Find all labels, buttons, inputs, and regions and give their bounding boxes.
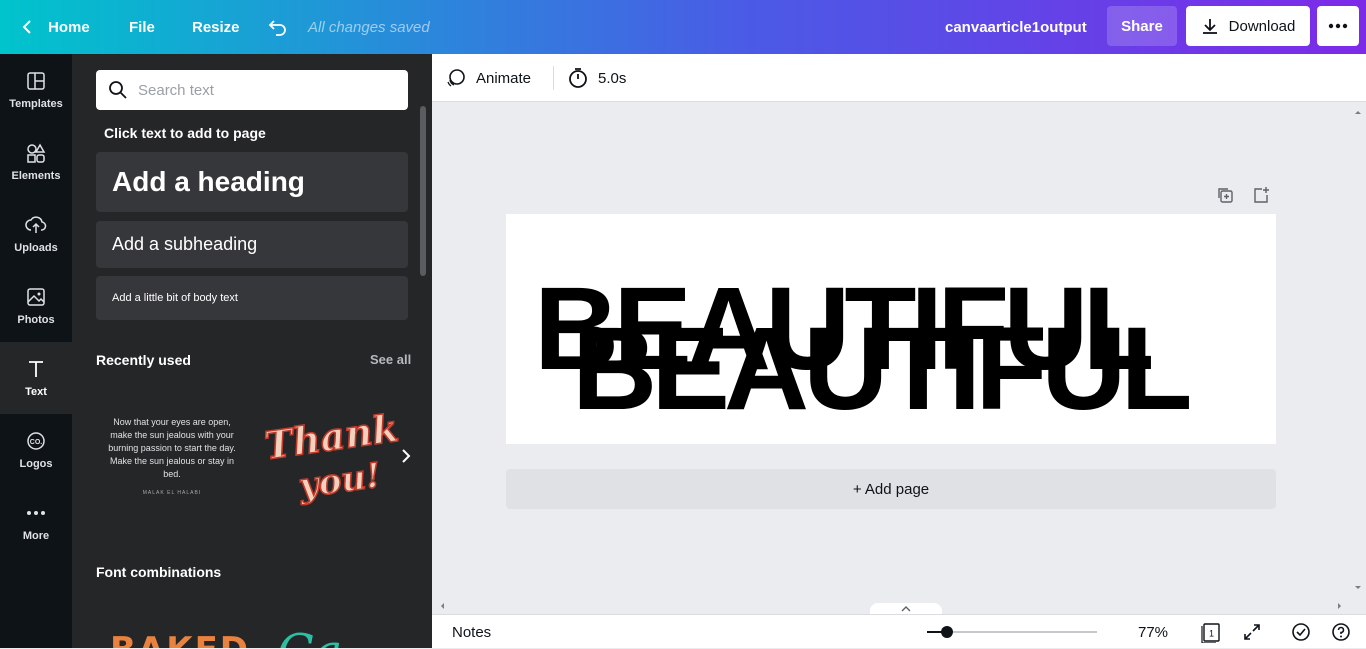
scroll-up-icon xyxy=(1355,111,1361,114)
fullscreen-icon xyxy=(1244,624,1260,640)
search-input[interactable] xyxy=(138,81,378,99)
add-page-icon[interactable] xyxy=(1252,186,1270,204)
document-title[interactable]: canvaarticle1output xyxy=(945,0,1087,54)
add-subheading-button[interactable]: Add a subheading xyxy=(96,221,408,268)
rail-item-templates[interactable]: Templates xyxy=(0,54,72,126)
animate-label: Animate xyxy=(476,69,532,87)
home-button[interactable]: Home xyxy=(20,0,90,54)
add-page-button[interactable]: + Add page xyxy=(506,469,1276,509)
download-label: Download xyxy=(1228,17,1296,35)
editor-toolbar: Animate 5.0s xyxy=(432,54,1366,102)
page-count: 1 xyxy=(1209,629,1214,639)
top-bar: Home File Resize All changes saved canva… xyxy=(0,0,1366,54)
zoom-level[interactable]: 77% xyxy=(1138,615,1168,649)
quote-author: MALAK EL HALABI xyxy=(142,490,202,496)
rail-label: Photos xyxy=(17,314,55,326)
chevron-left-icon xyxy=(22,20,31,34)
elements-icon xyxy=(27,143,46,163)
ellipsis-icon xyxy=(1328,23,1348,29)
home-label: Home xyxy=(48,18,90,36)
check-button[interactable] xyxy=(1290,621,1312,643)
pages-icon: 1 xyxy=(1201,623,1220,643)
chevron-up-icon xyxy=(901,606,911,612)
rail-label: Logos xyxy=(19,458,53,470)
text-panel: Click text to add to page Add a heading … xyxy=(72,54,432,648)
rail-item-photos[interactable]: Photos xyxy=(0,270,72,342)
duration-button[interactable]: 5.0s xyxy=(568,54,626,102)
add-heading-button[interactable]: Add a heading xyxy=(96,152,408,212)
download-button[interactable]: Download xyxy=(1186,6,1310,46)
templates-icon xyxy=(27,72,45,90)
more-icon xyxy=(27,511,45,515)
notes-button[interactable]: Notes xyxy=(452,615,491,649)
rail-item-logos[interactable]: CO. Logos xyxy=(0,414,72,486)
scroll-right-icon xyxy=(1338,603,1341,609)
font-combinations-heading: Font combinations xyxy=(96,564,222,580)
add-body-text-button[interactable]: Add a little bit of body text xyxy=(96,276,408,320)
undo-button[interactable] xyxy=(268,0,288,54)
rail-label: Templates xyxy=(9,98,63,110)
timer-icon xyxy=(569,68,587,88)
font-combo-thumbnail-2[interactable]: Ca xyxy=(277,624,342,648)
animate-icon xyxy=(447,69,465,87)
page-count-button[interactable]: 1 xyxy=(1200,621,1222,643)
chevron-right-icon xyxy=(402,449,411,463)
side-rail: Templates Elements Uploads Photos Text C… xyxy=(0,54,72,648)
text-element-beautiful-2[interactable]: BEAUTIFUL xyxy=(572,310,1193,428)
bottom-bar: Notes 77% 1 xyxy=(432,614,1366,648)
resize-button[interactable]: Resize xyxy=(192,0,240,54)
quote-text: Now that your eyes are open, make the su… xyxy=(108,417,236,479)
text-icon xyxy=(29,361,43,377)
animate-button[interactable]: Animate xyxy=(446,54,531,102)
help-icon xyxy=(1332,623,1350,641)
more-options-button[interactable] xyxy=(1317,6,1359,46)
zoom-slider[interactable] xyxy=(927,626,1097,638)
carousel-next-button[interactable] xyxy=(394,444,418,468)
duplicate-page-icon[interactable] xyxy=(1216,186,1234,204)
save-status: All changes saved xyxy=(308,18,430,36)
check-circle-icon xyxy=(1292,623,1310,641)
thank-you-template-thumbnail[interactable]: Thank you! xyxy=(264,400,404,520)
svg-text:CO.: CO. xyxy=(30,439,43,446)
help-button[interactable] xyxy=(1330,621,1352,643)
page-actions xyxy=(1216,186,1270,204)
font-combo-thumbnail-1[interactable]: BAKED xyxy=(110,630,250,648)
rail-item-elements[interactable]: Elements xyxy=(0,126,72,198)
click-text-hint: Click text to add to page xyxy=(104,125,266,141)
scroll-left-icon xyxy=(441,603,444,609)
panel-scrollbar[interactable] xyxy=(420,106,426,276)
zoom-slider-knob[interactable] xyxy=(941,626,953,638)
upload-icon xyxy=(25,216,47,233)
photo-icon xyxy=(27,288,45,306)
download-icon xyxy=(1202,19,1217,34)
recently-used-heading: Recently used xyxy=(96,352,191,368)
rail-label: More xyxy=(22,530,50,542)
quote-template-thumbnail[interactable]: Now that your eyes are open, make the su… xyxy=(102,410,242,510)
rail-item-uploads[interactable]: Uploads xyxy=(0,198,72,270)
search-box[interactable] xyxy=(96,70,408,110)
thank-you-line2: you! xyxy=(295,455,383,506)
thank-you-line1: Thank xyxy=(264,405,401,468)
see-all-link[interactable]: See all xyxy=(370,352,411,367)
share-button[interactable]: Share xyxy=(1107,6,1177,46)
duration-label: 5.0s xyxy=(598,69,627,87)
design-page[interactable]: BEAUTIFUL BEAUTIFUL xyxy=(506,214,1276,444)
rail-item-text[interactable]: Text xyxy=(0,342,72,414)
rail-label: Uploads xyxy=(14,242,58,254)
rail-label: Elements xyxy=(11,170,61,182)
search-icon xyxy=(109,81,127,99)
rail-item-more[interactable]: More xyxy=(0,486,72,558)
vertical-scrollbar[interactable] xyxy=(1350,102,1366,598)
rail-label: Text xyxy=(25,386,47,398)
file-menu[interactable]: File xyxy=(129,0,155,54)
scroll-down-icon xyxy=(1355,586,1361,589)
toolbar-divider xyxy=(553,66,554,90)
fullscreen-button[interactable] xyxy=(1241,621,1263,643)
logo-icon: CO. xyxy=(27,432,45,450)
undo-icon xyxy=(268,20,286,36)
